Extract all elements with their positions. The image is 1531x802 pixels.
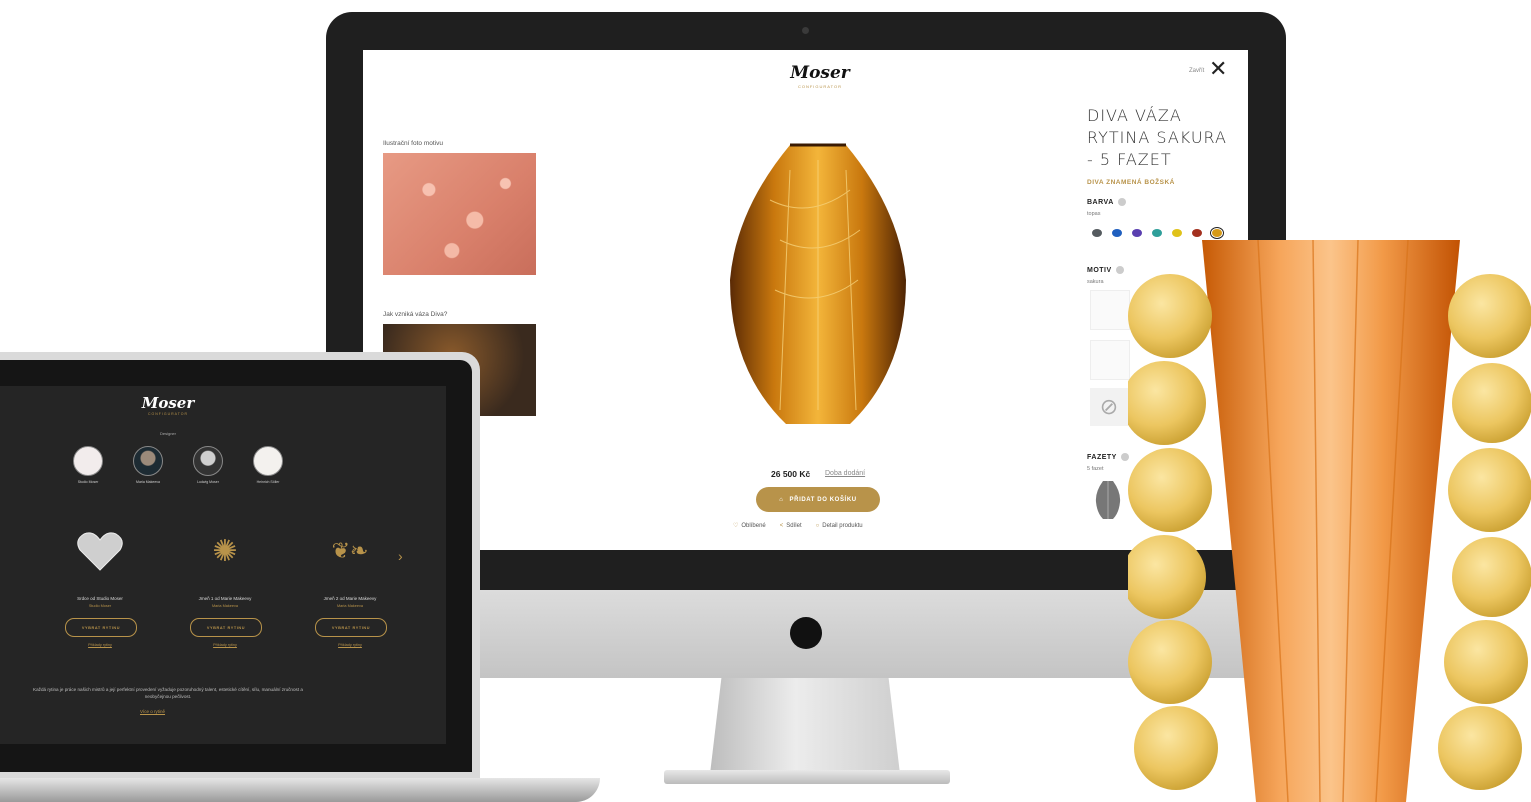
apple-logo-icon — [790, 617, 822, 649]
illustration-label: Ilustrační foto motivu — [383, 140, 443, 147]
avatar — [193, 446, 223, 476]
info-icon[interactable] — [1117, 198, 1126, 206]
heart-engraving-icon — [77, 532, 123, 571]
color-heading-text: BARVA — [1087, 198, 1114, 206]
item-designer[interactable]: Maria Makeeva — [300, 604, 400, 608]
add-to-cart-button[interactable]: ⌂ PŘIDAT DO KOŠÍKU — [756, 487, 880, 512]
close-label[interactable]: Zavřít — [1189, 68, 1204, 74]
item-designer[interactable]: Studio Moser — [50, 604, 150, 608]
imac-stand — [710, 678, 900, 774]
designer-name: Studio Moser — [77, 480, 99, 484]
imac-foot — [664, 770, 950, 784]
share-label: Sdílet — [786, 522, 802, 529]
favorite-button[interactable]: ♡ Oblíbené — [733, 522, 766, 530]
designer-item[interactable]: Heinrich Söller — [248, 446, 288, 484]
engraving-image[interactable]: ❦❧ — [300, 526, 400, 576]
engraving-description: Každá rytina je práce našich mistrů a je… — [33, 687, 303, 699]
color-swatch[interactable] — [1092, 229, 1102, 237]
color-swatch[interactable] — [1192, 229, 1202, 237]
product-title: DIVA VÁZA RYTINA SAKURA - 5 FAZET — [1087, 106, 1227, 169]
designer-name: Heinrich Söller — [256, 480, 280, 484]
designer-item[interactable]: Studio Moser — [68, 446, 108, 484]
video-label: Jak vzniká váza Diva? — [383, 311, 448, 318]
color-heading: BARVA — [1087, 198, 1126, 206]
choose-engraving-button[interactable]: VYBRAT RYTINU — [65, 618, 137, 637]
avatar — [73, 446, 103, 476]
product-actions: ♡ Oblíbené < Sdílet ○ Detail produktu — [733, 522, 933, 530]
logo-subtitle: CONFIGURATOR — [147, 412, 189, 416]
share-icon: < — [779, 522, 784, 529]
designer-item[interactable]: Ludwig Moser — [188, 446, 228, 484]
color-swatch[interactable] — [1152, 229, 1162, 237]
item-title: Jmeň 1 od Marie Makeevy — [198, 596, 252, 601]
color-value: topas — [1087, 211, 1101, 217]
laptop-base — [0, 778, 600, 802]
product-detail-label: Detail produktu — [822, 522, 863, 529]
color-swatches — [1092, 227, 1224, 239]
item-title: Jmeň 2 od Marie Makeevy — [323, 596, 377, 601]
designer-name: Ludwig Moser — [197, 480, 219, 484]
color-swatch[interactable] — [1132, 229, 1142, 237]
motif-thumbnail[interactable] — [1090, 340, 1130, 380]
avatar — [133, 446, 163, 476]
motif-photo — [383, 153, 536, 275]
facets-heading: FAZETY — [1087, 453, 1129, 461]
engraving-image[interactable]: ✺ — [175, 526, 275, 576]
examples-link[interactable]: Příklady rytiny — [50, 643, 150, 647]
imac-screen: Moser CONFIGURATOR Zavřít ✕ Ilustrační f… — [363, 50, 1248, 550]
product-vase-image — [730, 143, 906, 424]
favorite-label: Oblíbené — [741, 522, 766, 529]
logo-subtitle: CONFIGURATOR — [797, 84, 843, 89]
search-icon: ○ — [815, 522, 820, 529]
avatar — [253, 446, 283, 476]
product-detail-button[interactable]: ○ Detail produktu — [816, 522, 863, 529]
motif-thumbnail[interactable] — [1090, 290, 1130, 330]
camera-dot — [802, 27, 809, 34]
color-swatch[interactable] — [1112, 229, 1122, 237]
choose-engraving-button[interactable]: VYBRAT RYTINU — [315, 618, 387, 637]
moser-logo[interactable]: Moser — [790, 63, 850, 83]
examples-link[interactable]: Příklady rytiny — [175, 643, 275, 647]
color-swatch[interactable] — [1172, 229, 1182, 237]
add-to-cart-label: PŘIDAT DO KOŠÍKU — [789, 496, 857, 503]
item-designer[interactable]: Maria Makeeva — [175, 604, 275, 608]
designer-list: Studio Moser Maria Makeeva Ludwig Moser … — [68, 446, 288, 484]
bag-icon: ⌂ — [779, 496, 784, 503]
item-title: Srdce od Studio Moser — [77, 596, 123, 601]
facet-thumbnail[interactable] — [1095, 480, 1121, 520]
vase-with-balls-photo — [1128, 239, 1531, 802]
motif-heading-text: MOTIV — [1087, 266, 1112, 274]
motif-heading: MOTIV — [1087, 266, 1124, 274]
facets-value: 5 fazet — [1087, 466, 1104, 472]
designer-item[interactable]: Maria Makeeva — [128, 446, 168, 484]
choose-engraving-button[interactable]: VYBRAT RYTINU — [190, 618, 262, 637]
close-icon[interactable]: ✕ — [1209, 58, 1227, 80]
share-button[interactable]: < Sdílet — [780, 522, 802, 529]
color-swatch-selected[interactable] — [1210, 227, 1224, 239]
laptop-screen: Moser CONFIGURATOR Designer Studio Moser… — [0, 386, 446, 744]
moser-logo[interactable]: Moser — [138, 394, 198, 412]
facets-heading-text: FAZETY — [1087, 453, 1117, 461]
examples-link[interactable]: Příklady rytiny — [300, 643, 400, 647]
engraving-image[interactable] — [50, 526, 150, 576]
motif-value: sakura — [1087, 279, 1104, 285]
info-icon[interactable] — [1115, 266, 1124, 274]
delivery-link[interactable]: Doba dodání — [825, 470, 865, 477]
designer-name: Maria Makeeva — [136, 480, 160, 484]
branch-ornament-icon: ❦❧ — [331, 538, 369, 563]
no-motif-icon[interactable]: ⊘ — [1090, 388, 1128, 426]
ornament-icon: ✺ — [212, 534, 238, 568]
product-subtitle: DIVA ZNAMENÁ BOŽSKÁ — [1087, 179, 1175, 186]
designer-label: Designer — [159, 431, 176, 436]
more-about-engraving-link[interactable]: Více o rytině — [140, 709, 165, 714]
heart-icon: ♡ — [733, 523, 739, 529]
price: 26 500 Kč — [771, 469, 811, 479]
